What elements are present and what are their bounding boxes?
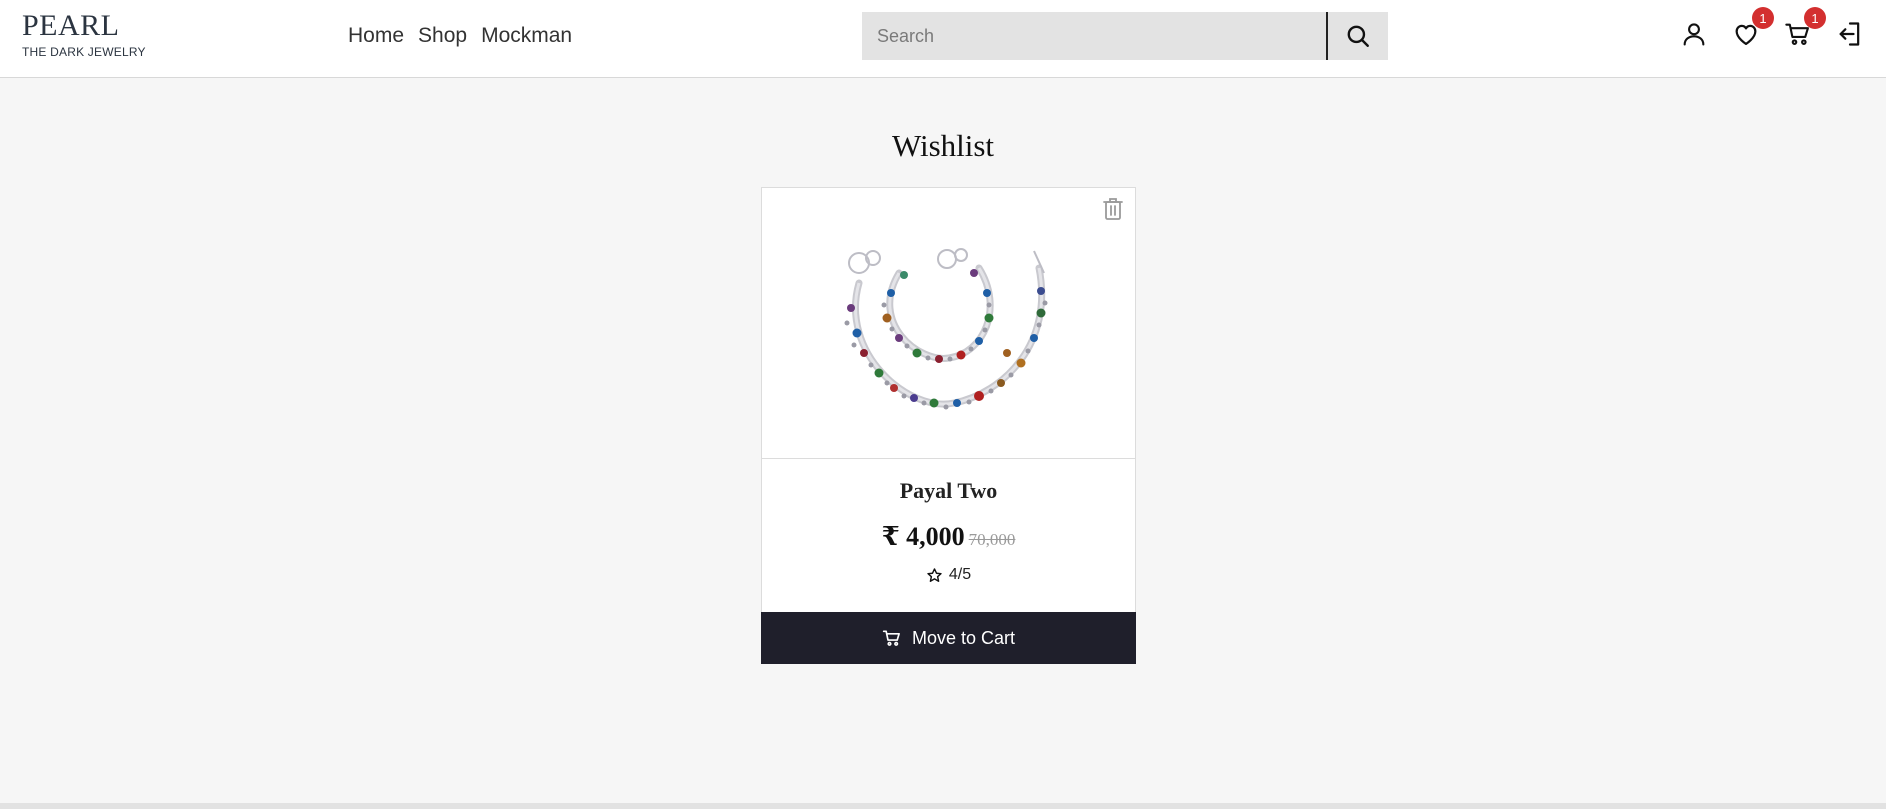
anklet-image <box>844 248 1047 410</box>
header-actions: 1 1 <box>1678 7 1866 52</box>
brand-tagline: THE DARK JEWELRY <box>22 45 146 59</box>
page-title: Wishlist <box>891 128 995 163</box>
user-icon <box>1683 23 1705 46</box>
wishlist-card: Payal Two ₹ 4,000 70,000 4/5 Move to Car… <box>761 187 1136 664</box>
move-to-cart-button[interactable]: Move to Cart <box>761 612 1136 664</box>
logout-icon <box>1839 22 1860 46</box>
move-to-cart-label: Move to Cart <box>911 627 1016 648</box>
rating-row: 4/5 <box>762 566 1135 584</box>
cart-button[interactable]: 1 <box>1782 7 1826 52</box>
search-input[interactable] <box>862 12 1326 60</box>
product-image[interactable] <box>762 188 1135 459</box>
search-button[interactable] <box>1326 12 1388 60</box>
trash-icon <box>1103 198 1123 220</box>
main-nav: Home Shop Mockman <box>348 24 572 48</box>
profile-button[interactable] <box>1678 16 1710 52</box>
search-icon <box>1347 25 1369 47</box>
wishlist-count-badge: 1 <box>1752 7 1774 29</box>
original-price: 70,000 <box>968 530 1016 549</box>
product-name[interactable]: Payal Two <box>762 478 1135 504</box>
price-row: ₹ 4,000 70,000 <box>762 522 1135 552</box>
wishlist-button[interactable]: 1 <box>1730 7 1774 52</box>
brand-name: PEARL <box>22 9 120 42</box>
product-rating: 4/5 <box>948 566 972 583</box>
site-header: PEARL THE DARK JEWELRY Home Shop Mockman <box>0 0 1886 78</box>
nav-home-link[interactable]: Home <box>348 24 404 48</box>
search-bar <box>862 12 1388 60</box>
logout-button[interactable] <box>1834 16 1866 52</box>
product-info: Payal Two ₹ 4,000 70,000 4/5 <box>762 478 1135 584</box>
cart-count-badge: 1 <box>1804 7 1826 29</box>
product-price: ₹ 4,000 <box>881 522 965 551</box>
brand-logo[interactable]: PEARL THE DARK JEWELRY <box>22 9 146 60</box>
nav-mockman-link[interactable]: Mockman <box>481 24 572 48</box>
delete-button[interactable] <box>1101 196 1125 227</box>
nav-shop-link[interactable]: Shop <box>418 24 467 48</box>
star-icon <box>927 567 942 582</box>
cart-icon <box>882 630 900 646</box>
footer-strip <box>0 803 1886 809</box>
